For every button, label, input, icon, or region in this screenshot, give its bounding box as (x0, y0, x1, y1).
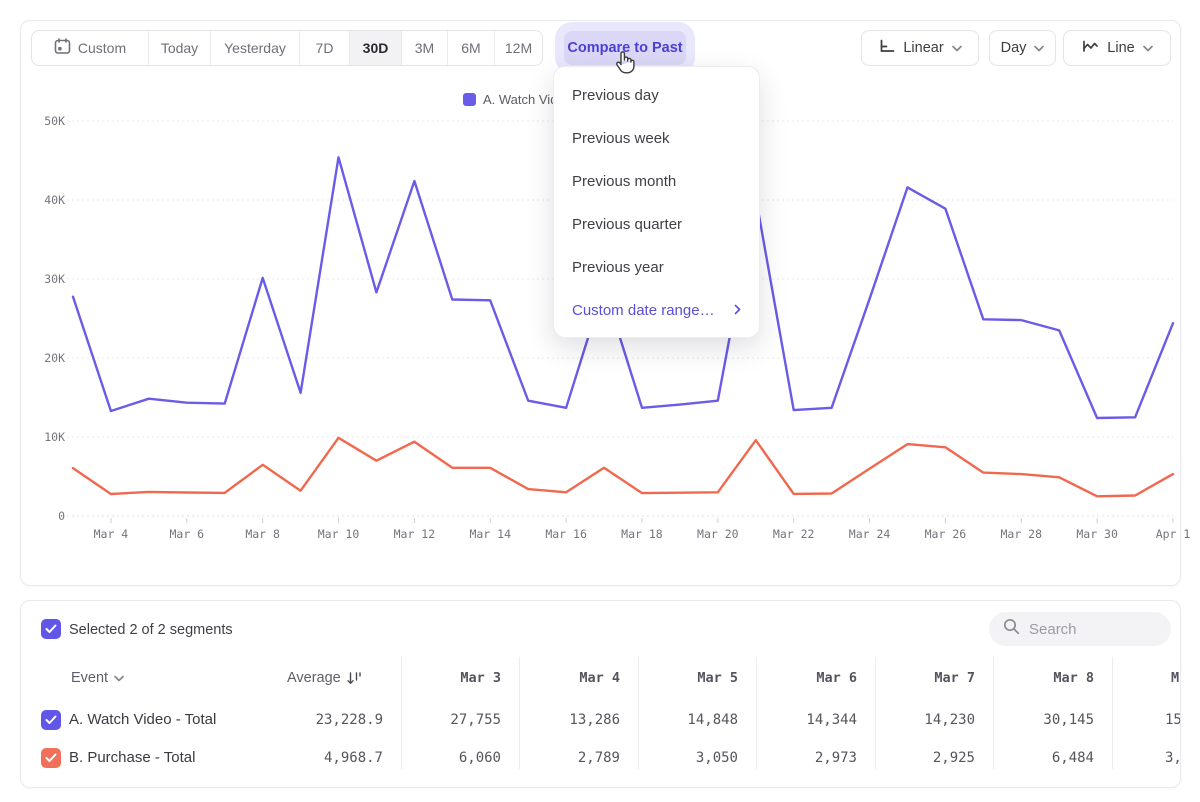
row-value-cell: 27,755 (411, 712, 501, 728)
row-event-name: B. Purchase - Total (69, 749, 195, 766)
row-value-cell: 6,484 (1004, 750, 1094, 766)
row-value-cell: 14,230 (885, 712, 975, 728)
row-average-value: 23,228.9 (273, 712, 383, 728)
x-tick-label: Mar 20 (697, 527, 739, 541)
search-input[interactable] (1029, 621, 1149, 638)
menu-item-previous-day[interactable]: Previous day (554, 74, 759, 117)
x-tick-label: Mar 28 (1000, 527, 1042, 541)
y-tick-label: 0 (29, 509, 65, 523)
row-value-cell-clipped: 15, (1165, 712, 1181, 728)
date-column-header: Mar 7 (885, 670, 975, 686)
compare-to-past-menu: Previous dayPrevious weekPrevious monthP… (553, 66, 760, 338)
x-tick-label: Mar 8 (245, 527, 280, 541)
date-column-header: Mar 8 (1004, 670, 1094, 686)
date-column-header: Mar 6 (767, 670, 857, 686)
menu-item-custom-date-range[interactable]: Custom date range… (554, 289, 759, 332)
row-value-cell: 6,060 (411, 750, 501, 766)
select-all-checkbox[interactable] (41, 619, 61, 639)
date-column-header: Mar 3 (411, 670, 501, 686)
x-tick-label: Mar 24 (849, 527, 891, 541)
y-tick-label: 50K (29, 114, 65, 128)
custom-date-range-label: Custom date range… (572, 302, 715, 319)
date-column-header: Mar 5 (648, 670, 738, 686)
average-header-label: Average (287, 670, 341, 686)
column-divider (993, 657, 994, 769)
x-tick-label: Mar 4 (94, 527, 129, 541)
sort-descending-icon (347, 672, 361, 685)
y-tick-label: 40K (29, 193, 65, 207)
row-value-cell: 2,925 (885, 750, 975, 766)
segments-table-card: Selected 2 of 2 segments Event Average M… (20, 600, 1181, 788)
y-tick-label: 30K (29, 272, 65, 286)
row-checkbox-watch-video[interactable] (41, 710, 61, 730)
y-tick-label: 20K (29, 351, 65, 365)
chevron-right-icon (734, 302, 741, 319)
chevron-down-icon (114, 675, 124, 682)
x-tick-label: Apr 1 (1156, 527, 1191, 541)
x-tick-label: Mar 18 (621, 527, 663, 541)
row-value-cell: 2,789 (530, 750, 620, 766)
column-divider (519, 657, 520, 769)
row-event-name: A. Watch Video - Total (69, 711, 216, 728)
x-tick-label: Mar 6 (169, 527, 204, 541)
column-divider (875, 657, 876, 769)
column-divider (401, 657, 402, 769)
row-value-cell: 14,848 (648, 712, 738, 728)
column-divider (638, 657, 639, 769)
row-average-value: 4,968.7 (273, 750, 383, 766)
row-value-cell: 14,344 (767, 712, 857, 728)
date-column-header: Mar 4 (530, 670, 620, 686)
column-divider (1112, 657, 1113, 769)
row-value-cell-clipped: 3, (1165, 750, 1181, 766)
x-tick-label: Mar 26 (925, 527, 967, 541)
event-header-label: Event (71, 670, 108, 686)
date-column-header-clipped: M (1171, 670, 1179, 686)
segments-summary: Selected 2 of 2 segments (69, 622, 233, 638)
menu-item-previous-year[interactable]: Previous year (554, 246, 759, 289)
x-tick-label: Mar 30 (1076, 527, 1118, 541)
x-tick-label: Mar 12 (394, 527, 436, 541)
search-input-container[interactable] (989, 612, 1171, 646)
x-tick-label: Mar 14 (469, 527, 511, 541)
average-column-header[interactable]: Average (287, 670, 361, 686)
search-icon (1003, 618, 1020, 640)
event-column-header[interactable]: Event (71, 670, 124, 686)
menu-item-previous-week[interactable]: Previous week (554, 117, 759, 160)
row-checkbox-purchase[interactable] (41, 748, 61, 768)
x-tick-label: Mar 16 (545, 527, 587, 541)
row-value-cell: 13,286 (530, 712, 620, 728)
menu-item-previous-quarter[interactable]: Previous quarter (554, 203, 759, 246)
x-tick-label: Mar 22 (773, 527, 815, 541)
y-tick-label: 10K (29, 430, 65, 444)
column-divider (756, 657, 757, 769)
menu-item-previous-month[interactable]: Previous month (554, 160, 759, 203)
row-value-cell: 2,973 (767, 750, 857, 766)
row-value-cell: 3,050 (648, 750, 738, 766)
x-tick-label: Mar 10 (318, 527, 360, 541)
series-line-purchase (73, 438, 1173, 497)
row-value-cell: 30,145 (1004, 712, 1094, 728)
